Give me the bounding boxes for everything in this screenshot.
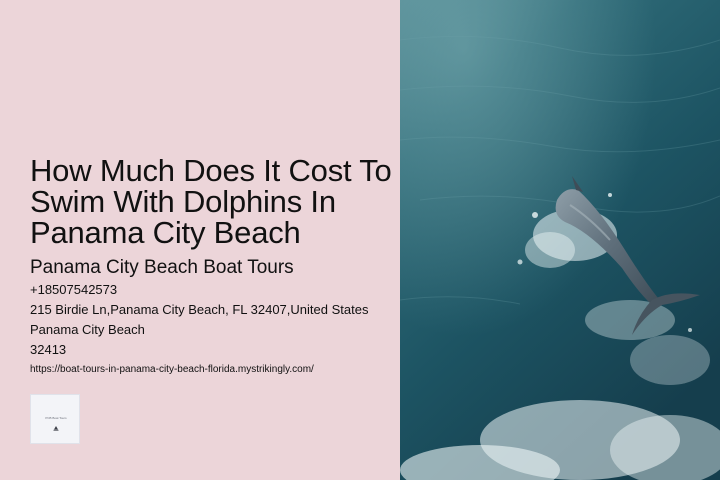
zip-code: 32413 — [30, 342, 67, 357]
info-panel: How Much Does It Cost To Swim With Dolph… — [0, 0, 400, 480]
page-title: How Much Does It Cost To Swim With Dolph… — [30, 153, 392, 250]
street-address: 215 Birdie Ln,Panama City Beach, FL 3240… — [30, 302, 369, 317]
city: Panama City Beach — [30, 322, 145, 337]
logo-text: PCB Boat Tours — [45, 416, 67, 420]
business-logo[interactable]: PCB Boat Tours — [30, 394, 80, 444]
business-name: Panama City Beach Boat Tours — [30, 257, 294, 278]
website-link[interactable]: https://boat-tours-in-panama-city-beach-… — [30, 363, 395, 376]
dolphin-photo — [400, 0, 720, 480]
boat-icon — [53, 426, 59, 431]
dolphin-icon — [400, 0, 720, 480]
phone-number: +18507542573 — [30, 282, 118, 297]
